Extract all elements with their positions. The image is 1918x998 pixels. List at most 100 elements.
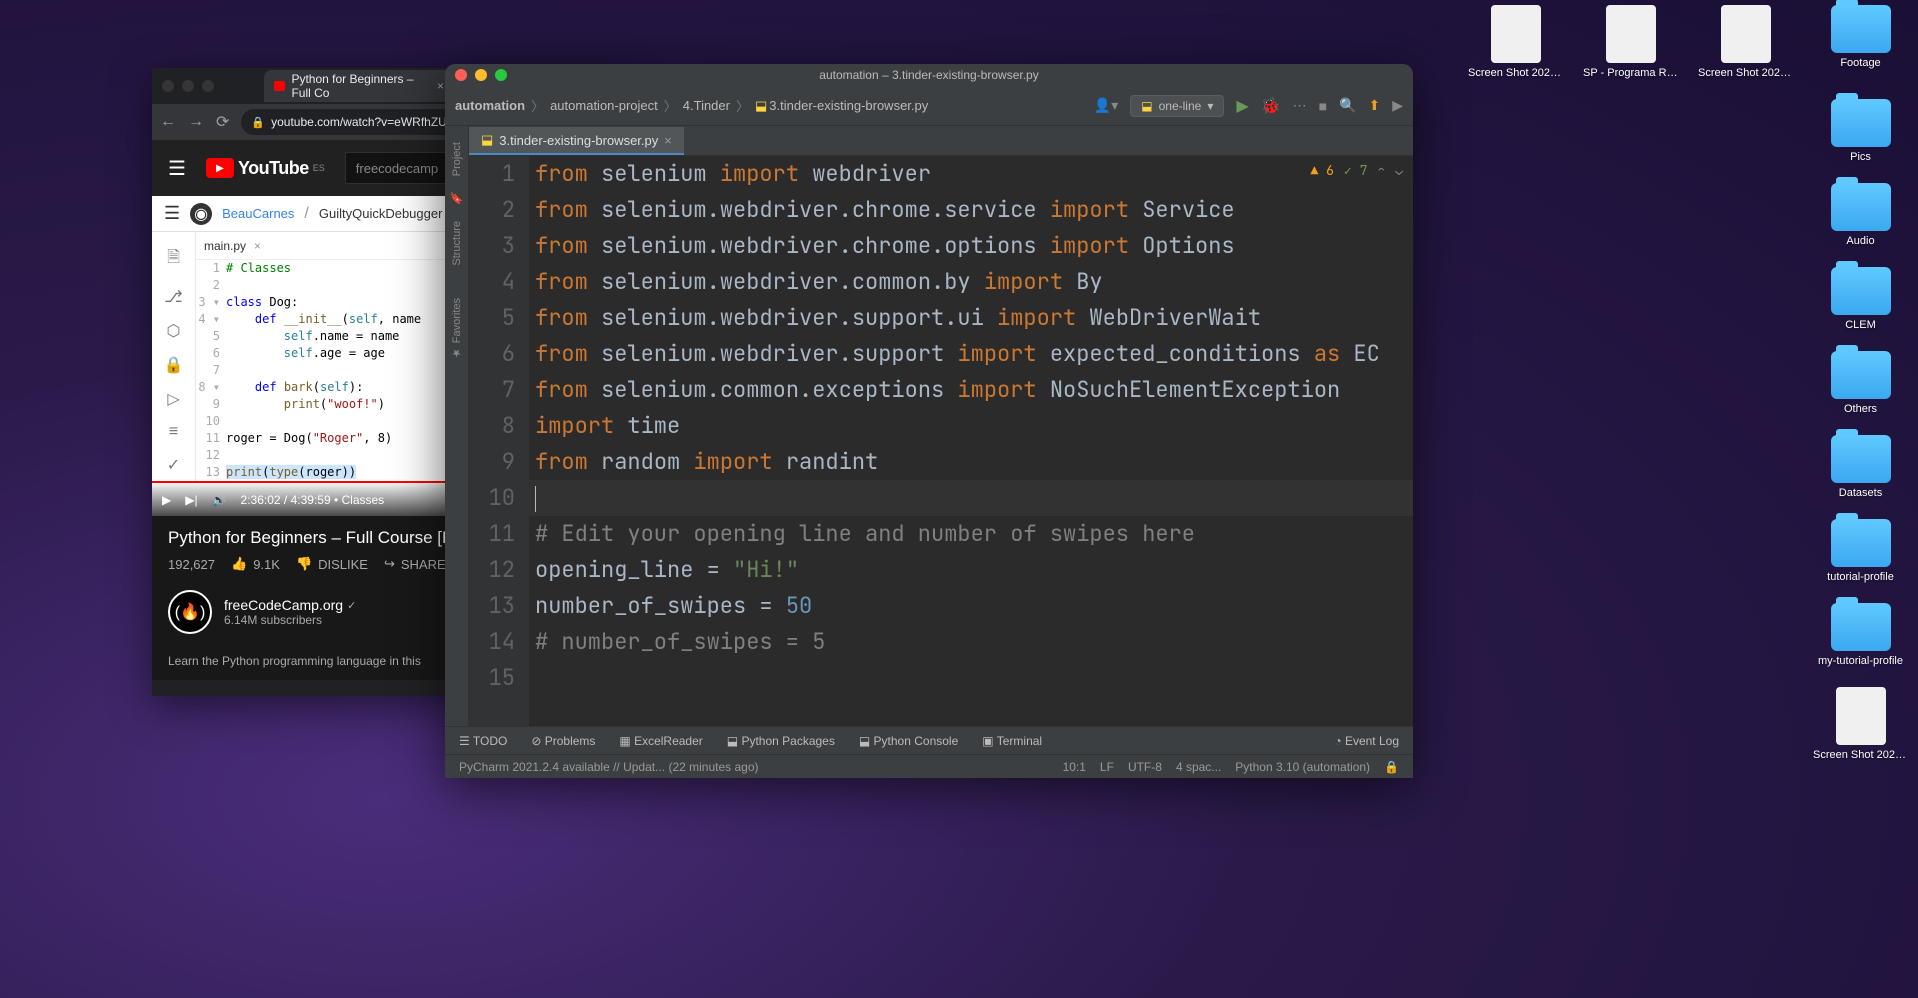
share-button[interactable]: ↪ SHARE	[384, 556, 446, 572]
ok-indicator[interactable]: ✓ 7	[1344, 162, 1367, 179]
project-tool[interactable]: Project	[451, 142, 463, 176]
file-icon	[1491, 5, 1541, 63]
package-icon[interactable]: ⬡	[167, 321, 181, 341]
file-icon	[1836, 687, 1886, 745]
folder-icon	[1831, 351, 1891, 399]
folder-icon	[1831, 519, 1891, 567]
search-icon[interactable]: 🔍	[1339, 97, 1356, 114]
tool-tab[interactable]: ⊘ Problems	[531, 734, 595, 748]
pycharm-window: automation – 3.tinder-existing-browser.p…	[445, 64, 1413, 778]
desktop-folder[interactable]: Footage	[1813, 5, 1908, 79]
window-controls[interactable]	[162, 80, 264, 92]
menu-icon[interactable]: ☰	[164, 203, 180, 224]
status-message[interactable]: PyCharm 2021.2.4 available // Updat... (…	[459, 760, 759, 774]
chevron-up-icon[interactable]: ⌃	[1377, 162, 1385, 179]
editor-tabs: ⬓ 3.tinder-existing-browser.py ×	[469, 126, 1413, 156]
code-content: from selenium import webdriverfrom selen…	[529, 156, 1413, 726]
channel-name[interactable]: freeCodeCamp.org ✓	[224, 597, 356, 613]
caret-position[interactable]: 10:1	[1063, 760, 1086, 774]
desktop-icons: Screen Shot 2022-0...25.39 AM SP - Progr…	[1468, 5, 1908, 761]
more-actions-icon[interactable]: ⋯	[1293, 97, 1307, 114]
close-icon[interactable]: ×	[437, 79, 444, 93]
tool-tab[interactable]: ⬓ Python Console	[859, 734, 958, 748]
event-log-button[interactable]: ◔ Event Log	[1334, 734, 1399, 748]
lock-icon[interactable]: 🔒	[1384, 760, 1399, 774]
chevron-down-icon[interactable]: ⌄	[1395, 162, 1403, 179]
channel-avatar[interactable]: (🔥)	[168, 590, 212, 634]
editor-tab[interactable]: ⬓ 3.tinder-existing-browser.py ×	[469, 127, 684, 155]
lock-icon[interactable]: 🔒	[164, 355, 184, 375]
warning-indicator[interactable]: ▲ 6	[1311, 162, 1334, 179]
youtube-icon: ▶	[206, 158, 234, 178]
tool-tab[interactable]: ☰ TODO	[459, 734, 507, 748]
run-button[interactable]: ▶	[1236, 96, 1248, 116]
editor-body: Project 🔖 Structure ★ Favorites ⬓ 3.tind…	[445, 126, 1413, 726]
stop-button[interactable]: ■	[1319, 98, 1327, 114]
like-button[interactable]: 👍 9.1K	[231, 556, 280, 572]
close-icon[interactable]: ×	[254, 239, 261, 253]
tool-tab[interactable]: ⬓ Python Packages	[727, 734, 835, 748]
video-timestamp: 2:36:02 / 4:39:59 • Classes	[241, 493, 385, 507]
tool-window-bar: Project 🔖 Structure ★ Favorites	[445, 126, 469, 726]
file-icon[interactable]: 🗎	[167, 246, 180, 273]
dislike-button[interactable]: 👎 DISLIKE	[296, 556, 368, 572]
desktop-folder[interactable]: my-tutorial-profile	[1813, 603, 1908, 667]
folder-icon	[1831, 183, 1891, 231]
reload-button[interactable]: ⟳	[216, 112, 229, 132]
desktop-file[interactable]: SP - Programa Rapido.mp4	[1583, 5, 1678, 79]
bookmark-icon[interactable]: 🔖	[450, 192, 464, 205]
database-icon[interactable]: ≡	[169, 423, 178, 441]
replit-logo-icon: ◉	[190, 203, 212, 225]
inspections-widget[interactable]: ▲ 6 ✓ 7 ⌃ ⌄	[1311, 162, 1404, 179]
run-config-selector[interactable]: ⬓ one-line ▾	[1130, 95, 1224, 117]
play-button[interactable]: ▶	[162, 493, 171, 507]
browser-tab[interactable]: Python for Beginners – Full Co ×	[264, 70, 454, 102]
youtube-logo[interactable]: ▶ YouTube ES	[206, 158, 325, 179]
replit-project[interactable]: GuiltyQuickDebugger	[319, 206, 443, 221]
desktop-file[interactable]: Screen Shot 2022-0...43.24 PM	[1813, 687, 1908, 761]
volume-button[interactable]: 🔊	[212, 493, 227, 507]
desktop-file[interactable]: Screen Shot 2022-0...5.37 PM 2	[1698, 5, 1793, 79]
bottom-tool-bar: ☰ TODO ⊘ Problems ▦ ExcelReader ⬓ Python…	[445, 726, 1413, 754]
replit-toolbar: 🗎 ⎇ ⬡ 🔒 ▷ ≡ ✓	[152, 232, 196, 481]
menu-icon[interactable]: ☰	[168, 156, 186, 181]
code-editor[interactable]: 123456789101112131415 from selenium impo…	[469, 156, 1413, 726]
desktop-folder[interactable]: tutorial-profile	[1813, 519, 1908, 583]
tool-tab[interactable]: ▦ ExcelReader	[619, 734, 702, 748]
desktop-folder[interactable]: CLEM	[1813, 267, 1908, 331]
replit-user[interactable]: BeauCarnes	[222, 206, 294, 221]
line-gutter: 123456789101112131415	[469, 156, 529, 726]
interpreter[interactable]: Python 3.10 (automation)	[1235, 760, 1370, 774]
play-icon[interactable]: ▷	[167, 389, 179, 409]
lock-icon: 🔒	[251, 116, 265, 129]
debug-button[interactable]: 🐞	[1261, 96, 1281, 116]
forward-button[interactable]: →	[188, 113, 204, 131]
desktop-folder[interactable]: Others	[1813, 351, 1908, 415]
desktop-folder[interactable]: Audio	[1813, 183, 1908, 247]
check-icon[interactable]: ✓	[167, 455, 180, 475]
python-file-icon: ⬓	[481, 132, 493, 148]
structure-tool[interactable]: Structure	[451, 221, 463, 266]
favorites-tool[interactable]: ★ Favorites	[450, 298, 463, 359]
url-text: youtube.com/watch?v=eWRfhZUz	[271, 115, 453, 129]
file-icon	[1606, 5, 1656, 63]
back-button[interactable]: ←	[160, 113, 176, 131]
desktop-folder[interactable]: Pics	[1813, 99, 1908, 163]
line-separator[interactable]: LF	[1100, 760, 1114, 774]
avatar-icon[interactable]: ▶	[1392, 97, 1403, 114]
breadcrumb[interactable]: automation〉 automation-project〉 4.Tinder…	[455, 96, 928, 115]
close-icon[interactable]: ×	[664, 133, 672, 148]
desktop-file[interactable]: Screen Shot 2022-0...25.39 AM	[1468, 5, 1563, 79]
desktop-folder[interactable]: Datasets	[1813, 435, 1908, 499]
tool-tab[interactable]: ▣ Terminal	[982, 734, 1042, 748]
indent-setting[interactable]: 4 spac...	[1176, 760, 1221, 774]
youtube-favicon	[274, 81, 285, 91]
file-encoding[interactable]: UTF-8	[1128, 760, 1162, 774]
python-file-icon: ⬓	[755, 98, 767, 114]
next-button[interactable]: ▶|	[185, 493, 197, 507]
update-icon[interactable]: ⬆	[1368, 97, 1380, 114]
editor-area: ⬓ 3.tinder-existing-browser.py × 1234567…	[469, 126, 1413, 726]
branch-icon[interactable]: ⎇	[164, 287, 182, 307]
user-icon[interactable]: 👤▾	[1094, 97, 1118, 114]
chevron-down-icon: ▾	[1207, 99, 1213, 113]
